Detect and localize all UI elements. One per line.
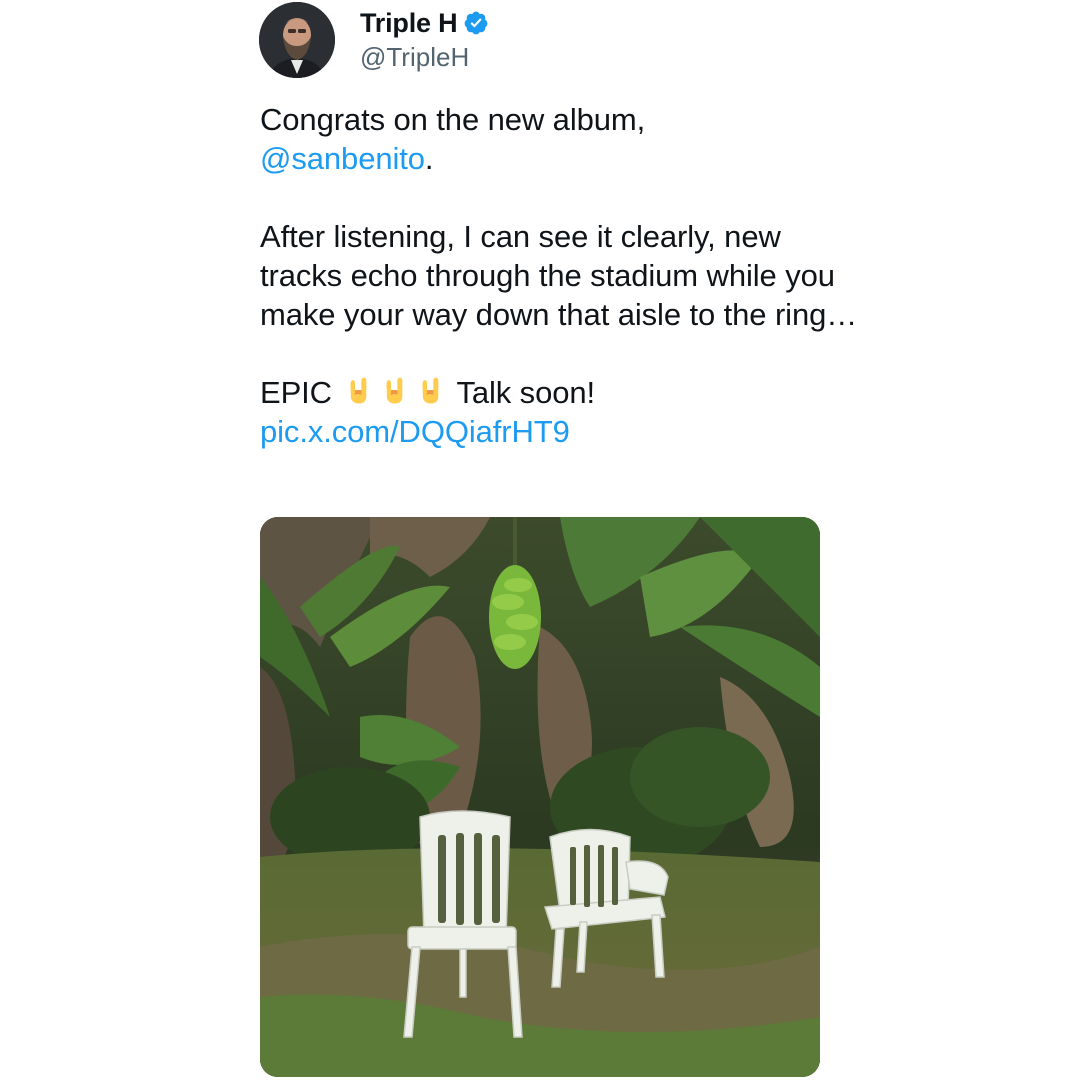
tweet-line-congrats: Congrats on the new album, @sanbenito. xyxy=(260,100,860,178)
tweet-paragraph-listening: After listening, I can see it clearly, n… xyxy=(260,219,858,332)
display-name[interactable]: Triple H xyxy=(360,8,458,39)
talk-soon-text: Talk soon! xyxy=(456,375,596,410)
pic-link[interactable]: pic.x.com/DQQiafrHT9 xyxy=(260,414,570,449)
sign-of-the-horns-emoji-icon xyxy=(350,377,367,404)
display-name-row[interactable]: Triple H xyxy=(360,6,489,40)
tweet-photo[interactable] xyxy=(260,517,820,1077)
verified-badge-icon xyxy=(465,11,488,35)
banana-grove-chairs-photo xyxy=(260,517,820,1077)
avatar[interactable] xyxy=(259,2,335,78)
sign-of-the-horns-emoji-icon xyxy=(422,377,439,404)
tweet-text: Congrats on the new album, @sanbenito. A… xyxy=(260,100,860,451)
sign-of-the-horns-emoji-icon xyxy=(386,377,403,404)
author-handle[interactable]: @TripleH xyxy=(360,42,469,73)
epic-text: EPIC xyxy=(260,375,332,410)
tweet-line-epic: EPIC Talk soon! pic.x.com/DQQiafrHT9 xyxy=(260,373,860,451)
mention-period: . xyxy=(424,141,434,176)
congrats-text: Congrats on the new album, xyxy=(260,102,646,137)
mention-link[interactable]: @sanbenito xyxy=(260,141,425,176)
tweet-card: Triple H @TripleH Congrats on the new al… xyxy=(0,0,1080,1080)
